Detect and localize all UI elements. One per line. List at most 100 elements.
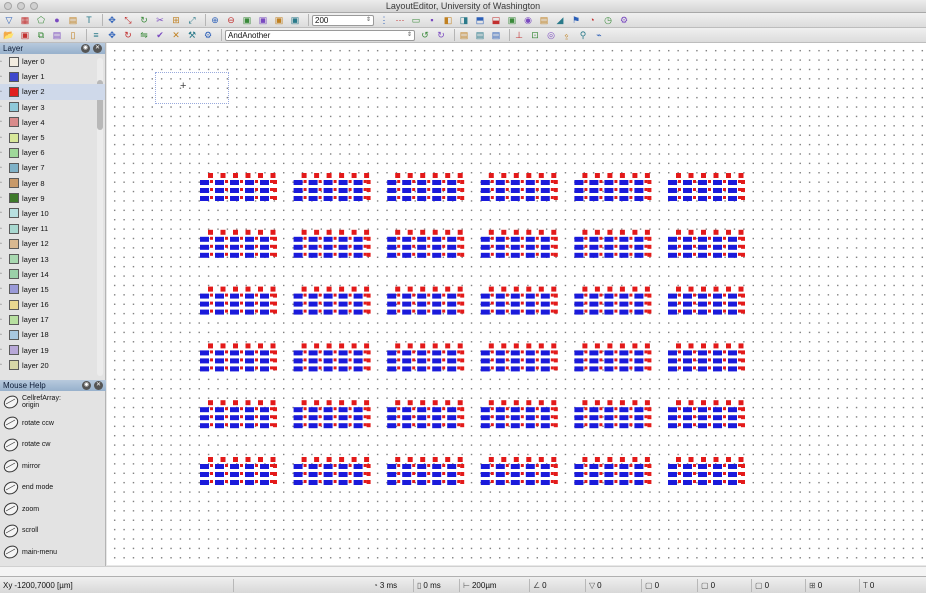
layer-visibility-icon[interactable]: ▫ bbox=[0, 256, 6, 262]
layer-row[interactable]: ▫ layer 9 bbox=[0, 191, 105, 206]
layer-color-swatch[interactable] bbox=[9, 238, 19, 249]
cell-instance[interactable] bbox=[668, 286, 745, 315]
layer-color-swatch[interactable] bbox=[9, 71, 19, 82]
layer-color-swatch[interactable] bbox=[9, 223, 19, 234]
box-icon[interactable]: ▦ bbox=[19, 14, 31, 26]
doc2-icon[interactable]: ▤ bbox=[474, 29, 486, 41]
cell-instance[interactable] bbox=[480, 229, 558, 258]
layer-visibility-icon[interactable]: ▫ bbox=[0, 362, 6, 368]
doc3-icon[interactable]: ▤ bbox=[490, 29, 502, 41]
layer-visibility-icon[interactable]: ▫ bbox=[0, 332, 6, 338]
wire-icon[interactable]: ⌁ bbox=[593, 29, 605, 41]
cell-instance[interactable] bbox=[293, 343, 371, 372]
cell-instance[interactable] bbox=[668, 229, 745, 258]
layer-row[interactable]: ▫ layer 17 bbox=[0, 312, 105, 327]
cell-instance[interactable] bbox=[293, 229, 371, 258]
layer-color-swatch[interactable] bbox=[9, 102, 19, 113]
clock-icon[interactable]: ◷ bbox=[602, 14, 614, 26]
cell-instance[interactable] bbox=[574, 400, 652, 429]
macro-icon[interactable]: ⚙ bbox=[202, 29, 214, 41]
lock-icon[interactable]: ✔ bbox=[154, 29, 166, 41]
layer-row[interactable]: ▫ layer 6 bbox=[0, 145, 105, 160]
move-icon[interactable]: ✥ bbox=[106, 14, 118, 26]
cell-icon[interactable]: ▤ bbox=[538, 14, 550, 26]
layer-color-swatch[interactable] bbox=[9, 117, 19, 128]
cell-instance[interactable] bbox=[574, 286, 652, 315]
layer-visibility-icon[interactable]: ▫ bbox=[0, 74, 6, 80]
layer-color-swatch[interactable] bbox=[9, 329, 19, 340]
pin-icon[interactable]: ⚲ bbox=[577, 29, 589, 41]
path-icon[interactable]: ▤ bbox=[67, 14, 79, 26]
zoom-out-icon[interactable]: ⊖ bbox=[225, 14, 237, 26]
layer-visibility-icon[interactable]: ▫ bbox=[0, 241, 6, 247]
layer-visibility-icon[interactable]: ▫ bbox=[0, 226, 6, 232]
new-doc-icon[interactable]: ▯ bbox=[67, 29, 79, 41]
zoom-in-icon[interactable]: ⊕ bbox=[209, 14, 221, 26]
layer-row[interactable]: ▫ layer 11 bbox=[0, 221, 105, 236]
layer-visibility-icon[interactable]: ▫ bbox=[0, 59, 6, 65]
mirror-icon[interactable]: ⇋ bbox=[138, 29, 150, 41]
cell-instance[interactable] bbox=[387, 229, 465, 258]
layer-color-swatch[interactable] bbox=[9, 254, 19, 265]
cell-instance[interactable] bbox=[293, 173, 371, 201]
cell-instance[interactable] bbox=[293, 400, 371, 429]
cell-instance[interactable] bbox=[668, 400, 745, 429]
cell-instance[interactable] bbox=[200, 173, 277, 201]
cell-instance[interactable] bbox=[387, 173, 465, 201]
layers-icon[interactable]: ≡ bbox=[90, 29, 102, 41]
align-top-icon[interactable]: ⬒ bbox=[474, 14, 486, 26]
boolean-xor-icon[interactable]: ▣ bbox=[273, 14, 285, 26]
triangle-icon[interactable]: ◢ bbox=[554, 14, 566, 26]
layer-visibility-icon[interactable]: ▫ bbox=[0, 119, 6, 125]
drawing-canvas[interactable]: + bbox=[107, 43, 926, 565]
layer-row[interactable]: ▫ layer 4 bbox=[0, 115, 105, 130]
cell-instance[interactable] bbox=[387, 457, 465, 485]
layer-visibility-icon[interactable]: ▫ bbox=[0, 104, 6, 110]
flag-icon[interactable]: ⚑ bbox=[570, 14, 582, 26]
merge-icon[interactable]: ⊞ bbox=[170, 14, 182, 26]
layer-visibility-icon[interactable]: ▫ bbox=[0, 195, 6, 201]
layer-color-swatch[interactable] bbox=[9, 86, 19, 97]
copy-icon[interactable]: ⧉ bbox=[35, 29, 47, 41]
layer-row[interactable]: ▫ layer 1 bbox=[0, 69, 105, 84]
align-left-icon[interactable]: ◧ bbox=[442, 14, 454, 26]
hierarchy-icon[interactable]: ⚒ bbox=[186, 29, 198, 41]
cellref-icon[interactable]: ◉ bbox=[522, 14, 534, 26]
layer-visibility-icon[interactable]: ▫ bbox=[0, 286, 6, 292]
layer-row[interactable]: ▫ layer 13 bbox=[0, 251, 105, 266]
probe-icon[interactable]: ⍚ bbox=[561, 29, 573, 41]
cell-instance[interactable] bbox=[387, 343, 465, 372]
open-icon[interactable]: 📂 bbox=[3, 29, 15, 41]
pie-icon[interactable]: ◔ bbox=[586, 14, 598, 26]
doc-icon[interactable]: ▤ bbox=[458, 29, 470, 41]
layer-color-swatch[interactable] bbox=[9, 178, 19, 189]
float-panel-icon[interactable]: ◉ bbox=[82, 381, 91, 390]
tree-icon[interactable]: ⊥ bbox=[513, 29, 525, 41]
layer-visibility-icon[interactable]: ▫ bbox=[0, 271, 6, 277]
align-bottom-icon[interactable]: ⬓ bbox=[490, 14, 502, 26]
polygon-icon[interactable]: ⬠ bbox=[35, 14, 47, 26]
boolean-sub-icon[interactable]: ▣ bbox=[289, 14, 301, 26]
layer-row[interactable]: ▫ layer 3 bbox=[0, 100, 105, 115]
scale-icon[interactable]: ⤡ bbox=[122, 14, 134, 26]
cell-name-select[interactable]: AndAnother ⇕ bbox=[225, 29, 415, 41]
circle-icon[interactable]: ● bbox=[51, 14, 63, 26]
cell-instance[interactable] bbox=[668, 343, 745, 372]
close-panel-icon[interactable]: ✕ bbox=[94, 381, 103, 390]
boolean-and-icon[interactable]: ▣ bbox=[241, 14, 253, 26]
layer-color-swatch[interactable] bbox=[9, 147, 19, 158]
cell-instance[interactable] bbox=[293, 286, 371, 315]
cell-instance[interactable] bbox=[574, 229, 652, 258]
layer-row[interactable]: ▫ layer 19 bbox=[0, 343, 105, 358]
grid-size-select[interactable]: 200 ⇕ bbox=[312, 14, 374, 26]
redo-icon[interactable]: ↻ bbox=[435, 29, 447, 41]
rotate-icon[interactable]: ↻ bbox=[138, 14, 150, 26]
cell-instance[interactable] bbox=[200, 229, 277, 258]
cell-instance[interactable] bbox=[574, 457, 652, 485]
center-icon[interactable]: ▣ bbox=[506, 14, 518, 26]
layer-visibility-icon[interactable]: ▫ bbox=[0, 135, 6, 141]
layer-row[interactable]: ▫ layer 0 bbox=[0, 54, 105, 69]
align-right-icon[interactable]: ◨ bbox=[458, 14, 470, 26]
rotate-to-icon[interactable]: ↻ bbox=[122, 29, 134, 41]
cut-icon[interactable]: ✂ bbox=[154, 14, 166, 26]
